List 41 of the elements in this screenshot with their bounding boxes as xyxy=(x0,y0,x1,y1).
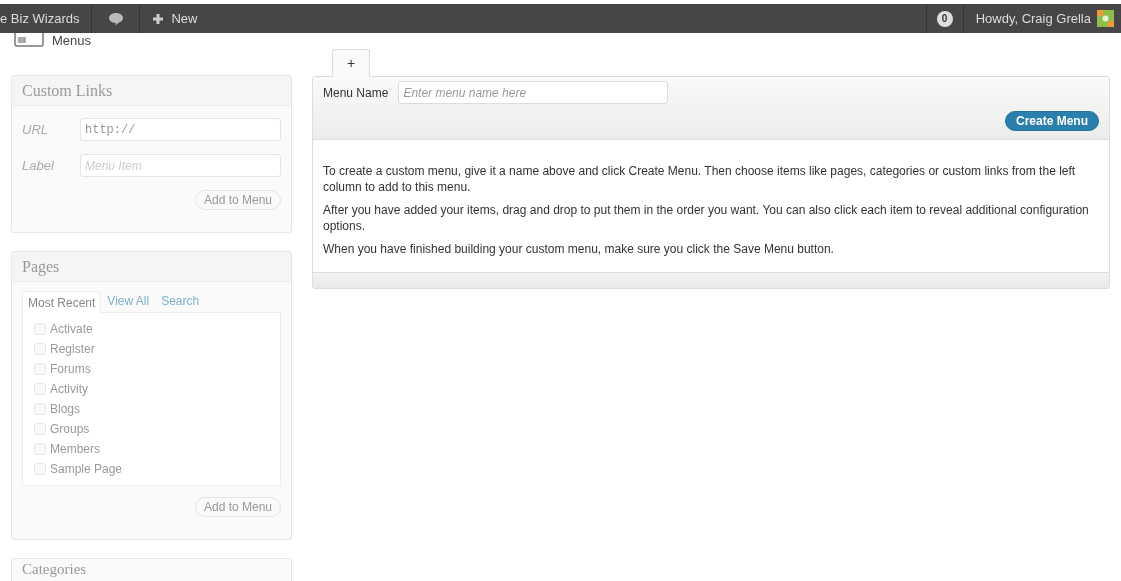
page-option-label: Register xyxy=(50,341,95,358)
page-checkbox[interactable] xyxy=(34,383,46,395)
page-checkbox[interactable] xyxy=(34,323,46,335)
page-checkbox[interactable] xyxy=(34,443,46,455)
new-button[interactable]: New xyxy=(140,4,210,33)
avatar-icon[interactable] xyxy=(1097,10,1114,27)
page-option-label: Activate xyxy=(50,321,93,338)
page-title: Menus xyxy=(52,33,92,47)
page-checkbox[interactable] xyxy=(34,423,46,435)
pages-tab[interactable]: View All xyxy=(101,290,156,312)
categories-title: Categories xyxy=(21,560,88,577)
url-label: URL xyxy=(22,120,49,139)
speech-bubble-icon[interactable] xyxy=(107,11,124,26)
add-to-menu-button[interactable]: Add to Menu xyxy=(194,190,281,210)
add-to-menu-button[interactable]: Add to Menu xyxy=(194,497,281,517)
page-checkbox[interactable] xyxy=(34,363,46,375)
label-label: Label xyxy=(22,156,55,175)
pages-title: Pages xyxy=(12,252,291,282)
page-option-label: Blogs xyxy=(50,401,81,418)
custom-links-title: Custom Links xyxy=(12,76,291,106)
greeting-link[interactable]: Howdy, Craig Grella xyxy=(963,8,1097,29)
menu-tab[interactable]: + xyxy=(332,49,371,77)
page-checkbox[interactable] xyxy=(34,463,46,475)
page-option-label: Forums xyxy=(50,361,91,378)
instruction-text: When you have finished building your custom menu, make sure you click the Save Menu button. xyxy=(323,241,835,257)
instruction-text: To create a custom menu, give it a name above and click Create Menu. Then choose items like pages, categories or custom links from the left column to add to this menu. xyxy=(323,163,1077,195)
page-option-label: Activity xyxy=(50,381,88,398)
notification-count[interactable]: 0 xyxy=(936,10,953,27)
page-option-label: Groups xyxy=(50,421,90,438)
page-checkbox[interactable] xyxy=(34,343,46,355)
plus-icon xyxy=(152,12,165,25)
instruction-text: After you have added your items, drag and drop to put them in the order you want. You can also click each item to reveal additional configuration options. xyxy=(323,202,1090,234)
pages-tab[interactable]: Most Recent xyxy=(22,291,102,313)
page-option-label: Members xyxy=(50,441,100,458)
page-checkbox[interactable] xyxy=(34,403,46,415)
create-menu-button[interactable]: Create Menu xyxy=(1004,111,1099,131)
menu-name-field[interactable]: Enter menu name here xyxy=(398,81,669,104)
menu-name-label: Menu Name xyxy=(323,84,389,102)
pages-tab[interactable]: Search xyxy=(155,290,206,312)
url-field[interactable]: http:// xyxy=(80,118,281,141)
page-option-label: Sample Page xyxy=(50,461,123,478)
